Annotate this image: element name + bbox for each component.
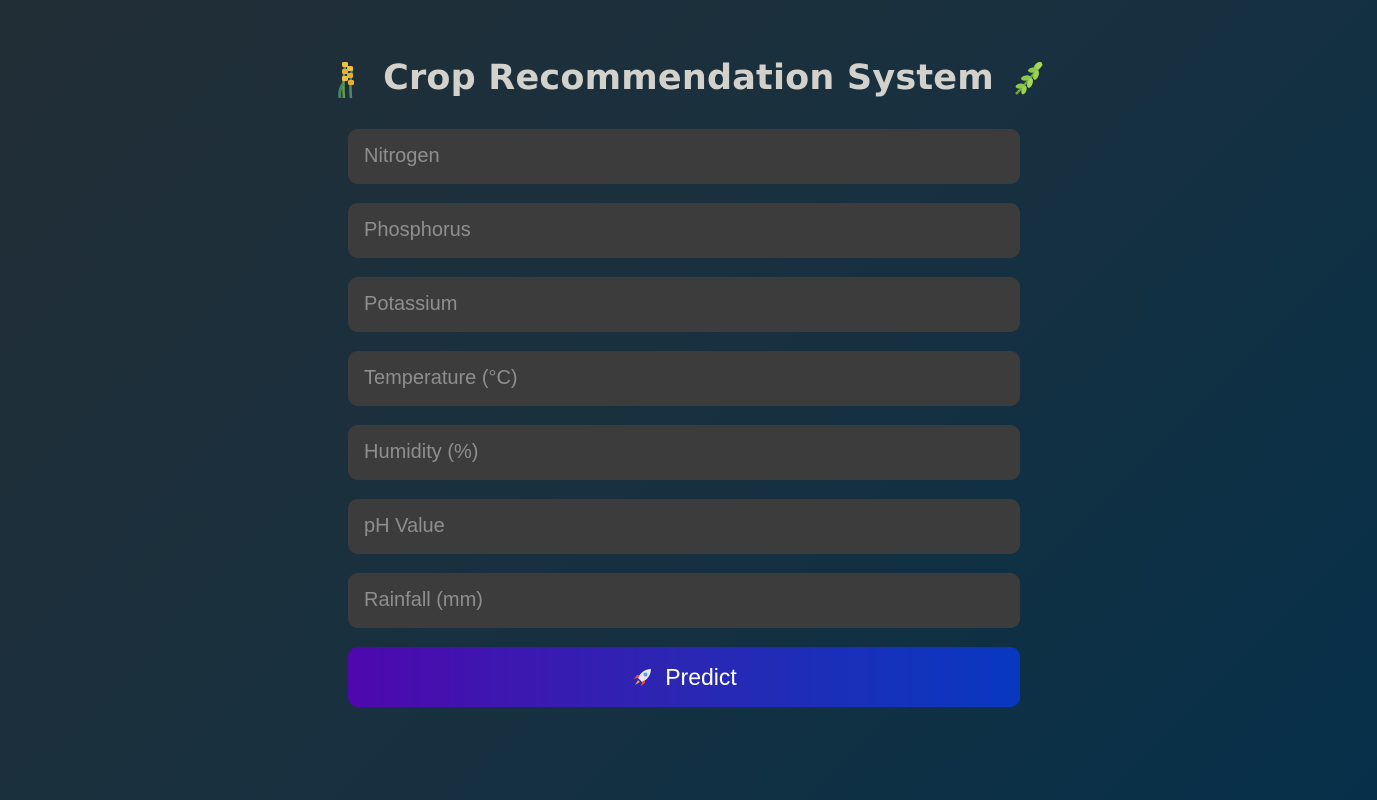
phosphorus-field[interactable] [348,203,1020,258]
rocket-icon [634,669,652,686]
herb-icon [1015,61,1043,95]
rainfall-field[interactable] [348,573,1020,628]
ph-field[interactable] [348,499,1020,554]
wheat-icon [338,62,355,98]
humidity-field[interactable] [348,425,1020,480]
potassium-field[interactable] [348,277,1020,332]
nitrogen-field[interactable] [348,129,1020,184]
header: Crop Recommendation System [0,52,1377,104]
crop-form: Predict [348,129,1020,707]
predict-button[interactable]: Predict [348,647,1020,707]
page-title: Crop Recommendation System [383,58,994,98]
predict-button-label: Predict [665,663,737,690]
temperature-field[interactable] [348,351,1020,406]
